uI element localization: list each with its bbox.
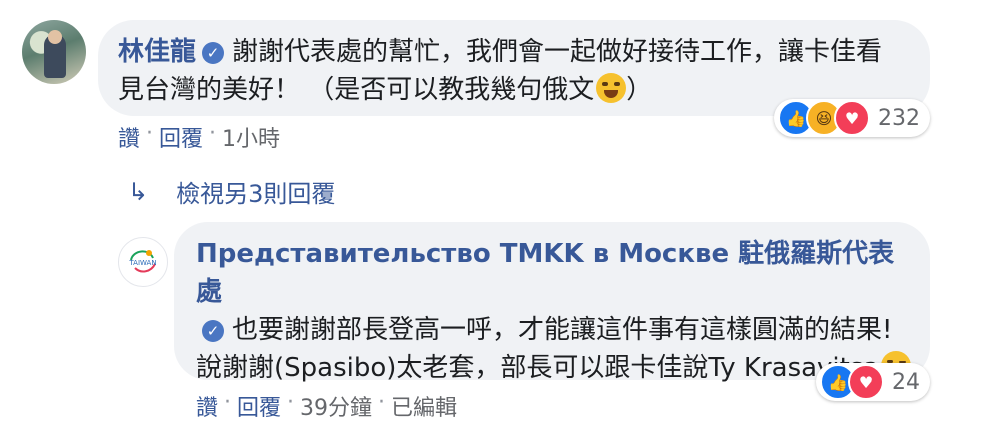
reactions-summary[interactable]: 👍 ♥ 24 — [816, 363, 930, 401]
verified-badge-icon: ✓ — [202, 42, 225, 64]
reply-link[interactable]: 回覆 — [159, 121, 203, 153]
view-more-replies[interactable]: ↳ 檢視另3則回覆 — [128, 174, 335, 209]
svg-text:TAIWAN: TAIWAN — [128, 259, 156, 267]
comment-actions: 讚 · 回覆 · 39分鐘 · 已編輯 — [196, 390, 457, 422]
love-reaction-icon: ♥ — [834, 100, 870, 136]
timestamp-link[interactable]: 1小時 — [222, 121, 280, 153]
reactions-summary[interactable]: 👍 😆 ♥ 232 — [774, 99, 930, 137]
separator: · — [378, 390, 386, 415]
reaction-count: 24 — [892, 369, 920, 395]
separator: · — [224, 390, 232, 415]
separator: · — [209, 121, 217, 146]
comment-text: 也要謝謝部長登高一呼，才能讓這件事有這樣圓滿的結果! 說謝謝(Spasibo)太… — [196, 315, 893, 383]
comment-body: 林佳龍 ✓ 謝謝代表處的幫忙，我們會一起做好接待工作，讓卡佳看見台灣的美好！ （是否… — [118, 33, 908, 109]
avatar[interactable] — [22, 20, 86, 84]
verified-badge-icon: ✓ — [202, 320, 224, 342]
comment-author[interactable]: Представительство TMKK в Москве 駐俄羅斯代表處 — [196, 239, 894, 307]
comment-author[interactable]: 林佳龍 — [118, 37, 196, 67]
separator: · — [287, 390, 295, 415]
timestamp-link[interactable]: 39分鐘 — [300, 390, 372, 422]
comment-text: 謝謝代表處的幫忙，我們會一起做好接待工作，讓卡佳看見台灣的美好！ （是否可以教我… — [118, 37, 883, 105]
avatar[interactable]: TAIWAN — [118, 237, 168, 287]
edited-label[interactable]: 已編輯 — [391, 390, 457, 422]
reply-link[interactable]: 回覆 — [237, 390, 281, 422]
reaction-count: 232 — [878, 105, 920, 131]
comment-actions: 讚 · 回覆 · 1小時 — [118, 121, 280, 153]
previous-comment-sliver: ······· — [210, 0, 259, 11]
view-replies-label: 檢視另3則回覆 — [176, 180, 336, 208]
love-reaction-icon: ♥ — [848, 364, 884, 400]
comment-text-end: ） — [626, 75, 653, 105]
taiwan-logo-icon: TAIWAN — [128, 250, 157, 273]
like-link[interactable]: 讚 — [196, 390, 218, 422]
reply-arrow-icon: ↳ — [128, 177, 149, 206]
tears-of-joy-emoji-icon — [596, 73, 627, 103]
separator: · — [146, 121, 154, 146]
comment-body: Представительство TMKK в Москве 駐俄羅斯代表處 … — [196, 235, 916, 387]
like-link[interactable]: 讚 — [118, 121, 140, 153]
